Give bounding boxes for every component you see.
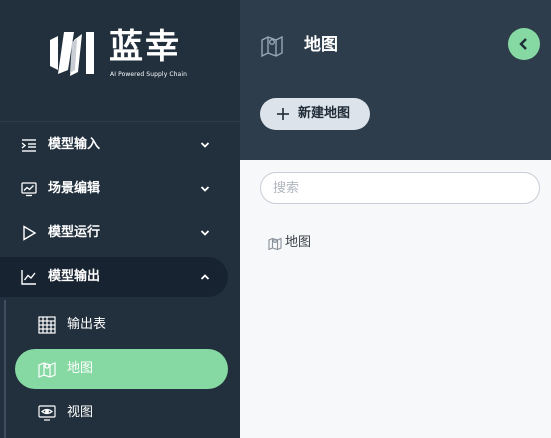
map-list-item[interactable]: 地图 [268,234,311,252]
sidebar-subitem-label: 输出表 [67,317,107,332]
sidebar-item-label: 模型输出 [48,269,101,284]
line-chart-icon [21,269,37,285]
new-map-button[interactable]: 新建地图 [260,98,370,130]
sidebar-item-label: 模型输入 [48,137,101,152]
sidebar-item-scene-edit[interactable]: 场景编辑 [0,169,228,209]
sidebar-item-model-input[interactable]: 模型输入 [0,125,228,165]
table-grid-icon [38,316,56,334]
chevron-down-icon [198,226,212,240]
chevron-left-icon [519,38,527,50]
sidebar-subitem-output-table[interactable]: 输出表 [15,305,228,345]
collapse-panel-button[interactable] [508,28,540,60]
chevron-down-icon [198,182,212,196]
sidebar-item-label: 场景编辑 [48,181,101,196]
chevron-down-icon [198,138,212,152]
sidebar: 蓝幸 AI Powered Supply Chain 模型输入 场景编辑 模型运… [0,0,240,438]
map-icon [268,236,282,250]
sidebar-item-label: 模型运行 [48,225,101,240]
map-list-item-label: 地图 [285,235,312,250]
brand-mark-icon [50,32,94,76]
monitor-chart-icon [21,181,37,197]
brand-name: 蓝幸 [109,27,181,67]
new-map-button-label: 新建地图 [298,106,351,121]
eye-monitor-icon [38,404,56,422]
sidebar-item-model-output[interactable]: 模型输出 [0,257,228,297]
map-icon [261,35,283,57]
plus-icon [277,108,289,120]
indent-list-icon [21,137,37,153]
chevron-up-icon [198,270,212,284]
map-icon [38,360,56,378]
sidebar-subitem-label: 视图 [67,405,94,420]
sidebar-subitem-view[interactable]: 视图 [15,393,228,433]
map-list-panel: 地图 [240,160,551,438]
sidebar-subitem-label: 地图 [67,361,94,376]
brand-logo: 蓝幸 AI Powered Supply Chain [0,0,240,122]
sidebar-subitem-map[interactable]: 地图 [15,349,228,389]
play-icon [21,225,37,241]
submenu-guide-line [4,300,6,438]
search-input[interactable] [260,172,540,204]
page-header: 地图 新建地图 [240,0,551,160]
sidebar-item-model-run[interactable]: 模型运行 [0,213,228,253]
brand-tagline: AI Powered Supply Chain [110,71,187,78]
page-title: 地图 [304,35,338,55]
